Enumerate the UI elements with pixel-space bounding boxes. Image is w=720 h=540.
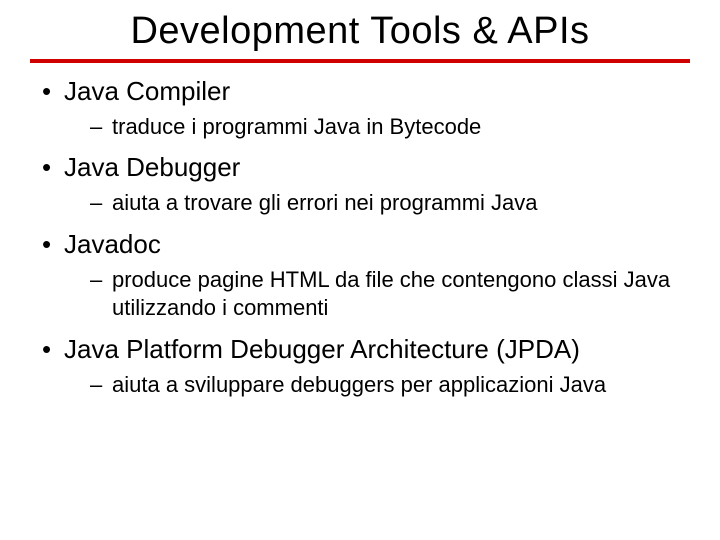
list-item-label: Javadoc [64,229,161,259]
list-item-label: Java Compiler [64,76,230,106]
sub-list: traduce i programmi Java in Bytecode [64,113,690,142]
title-block: Development Tools & APIs [30,10,690,63]
sub-list-item: produce pagine HTML da file che contengo… [90,266,690,323]
sub-list: aiuta a sviluppare debuggers per applica… [64,371,690,400]
slide: Development Tools & APIs Java Compiler t… [0,0,720,540]
page-title: Development Tools & APIs [30,10,690,53]
list-item: Java Compiler traduce i programmi Java i… [38,75,690,141]
sub-list-item: aiuta a trovare gli errori nei programmi… [90,189,690,218]
list-item-label: Java Platform Debugger Architecture (JPD… [64,334,580,364]
list-item: Java Platform Debugger Architecture (JPD… [38,333,690,399]
list-item: Javadoc produce pagine HTML da file che … [38,228,690,323]
bullet-list: Java Compiler traduce i programmi Java i… [30,75,690,399]
sub-list: aiuta a trovare gli errori nei programmi… [64,189,690,218]
list-item-label: Java Debugger [64,152,240,182]
sub-list: produce pagine HTML da file che contengo… [64,266,690,323]
sub-list-item: traduce i programmi Java in Bytecode [90,113,690,142]
list-item: Java Debugger aiuta a trovare gli errori… [38,151,690,217]
sub-list-item: aiuta a sviluppare debuggers per applica… [90,371,690,400]
